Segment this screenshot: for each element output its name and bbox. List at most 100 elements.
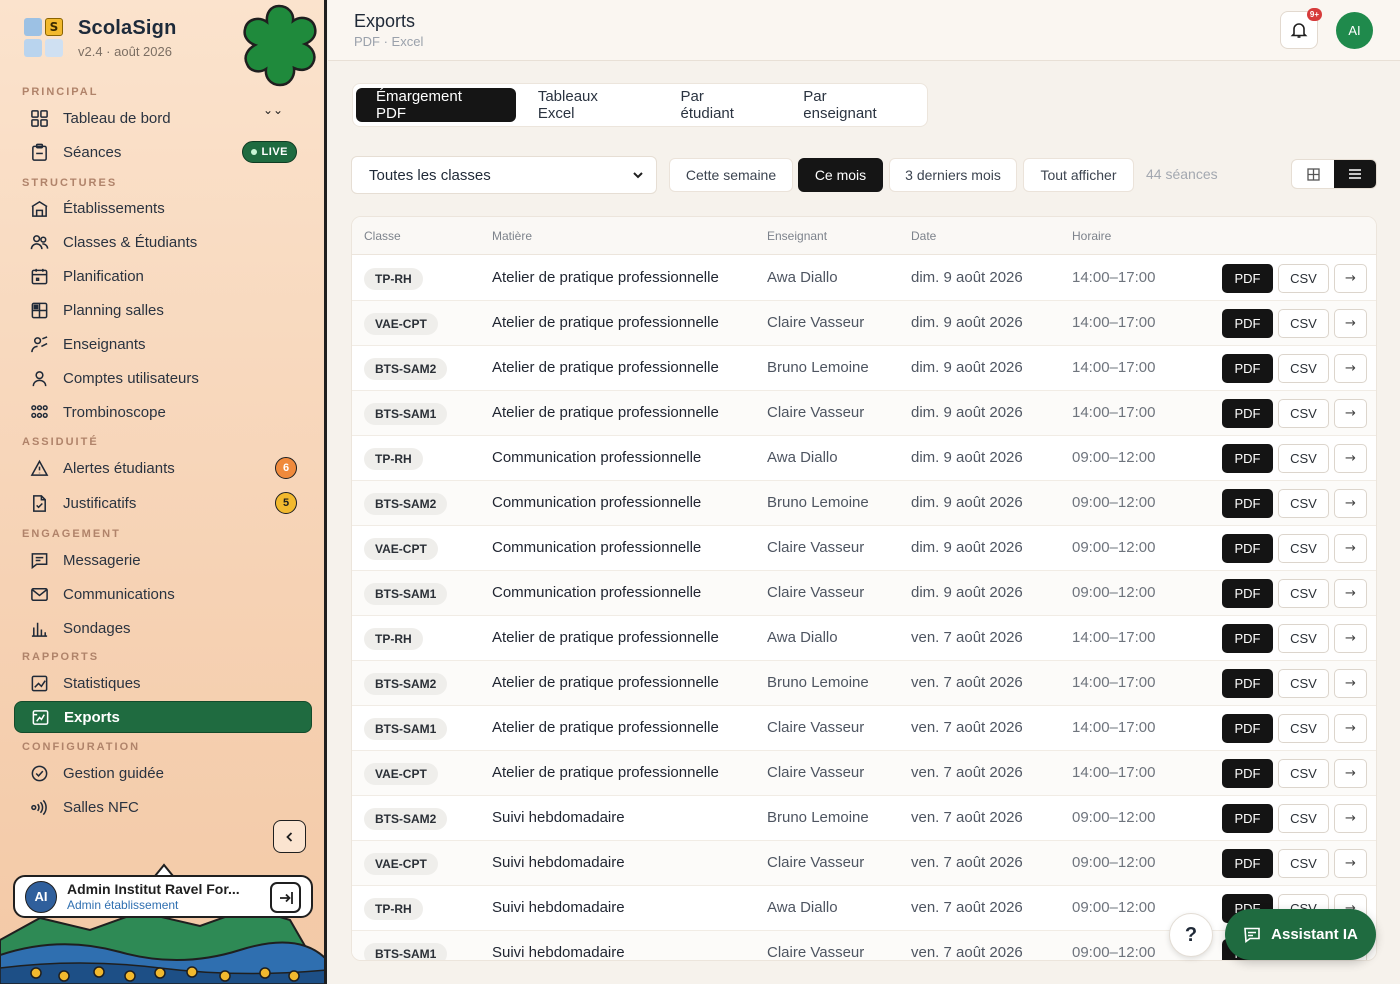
help-button[interactable]: ? [1169,913,1213,957]
table-row: BTS-SAM1 Atelier de pratique professionne… [352,706,1376,751]
open-session-button[interactable]: → [1334,354,1367,383]
table-row: VAE-CPT Atelier de pratique professionnel… [352,751,1376,796]
export-pdf-button[interactable]: PDF [1222,579,1273,608]
nav-statistiques[interactable]: Statistiques [14,667,312,699]
list-view-button[interactable] [1334,160,1376,188]
nav-etablissements[interactable]: Établissements [14,192,312,224]
cell-enseignant: Awa Diallo [767,269,838,286]
nav-label: Communications [63,585,175,603]
nav-seances[interactable]: Séances LIVE [14,136,312,168]
cell-enseignant: Awa Diallo [767,629,838,646]
nav-label: Salles NFC [63,798,139,816]
export-csv-button[interactable]: CSV [1278,489,1329,518]
tab-par-enseignant[interactable]: Par enseignant [783,88,924,122]
class-badge: TP-RH [364,448,423,470]
logout-button[interactable] [270,882,301,913]
export-pdf-button[interactable]: PDF [1222,354,1273,383]
nav-sondages[interactable]: Sondages [14,612,312,644]
nav-classes[interactable]: Classes & Étudiants [14,226,312,258]
nav-alertes[interactable]: Alertes étudiants 6 [14,452,312,484]
open-session-button[interactable]: → [1334,444,1367,473]
collapse-sidebar-button[interactable] [273,820,306,853]
session-count: 44 séances [1146,166,1218,182]
open-session-button[interactable]: → [1334,714,1367,743]
open-session-button[interactable]: → [1334,264,1367,293]
cell-enseignant: Claire Vasseur [767,854,865,871]
tab-tableaux-excel[interactable]: Tableaux Excel [518,88,659,122]
avatar[interactable]: AI [1336,12,1373,49]
export-pdf-button[interactable]: PDF [1222,399,1273,428]
export-csv-button[interactable]: CSV [1278,534,1329,563]
cell-enseignant: Claire Vasseur [767,944,865,961]
class-select[interactable]: Toutes les classes [351,156,657,194]
nav-trombinoscope[interactable]: Trombinoscope [14,396,312,428]
tab-par-etudiant[interactable]: Par étudiant [661,88,782,122]
open-session-button[interactable]: → [1334,579,1367,608]
grid-view-button[interactable] [1292,160,1334,188]
nav-justificatifs[interactable]: Justificatifs 5 [14,487,312,519]
class-badge: TP-RH [364,898,423,920]
export-pdf-button[interactable]: PDF [1222,849,1273,878]
period-all[interactable]: Tout afficher [1023,158,1134,192]
open-session-button[interactable]: → [1334,624,1367,653]
export-csv-button[interactable]: CSV [1278,399,1329,428]
export-pdf-button[interactable]: PDF [1222,669,1273,698]
export-csv-button[interactable]: CSV [1278,624,1329,653]
notifications-button[interactable]: 9+ [1280,8,1322,49]
export-csv-button[interactable]: CSV [1278,354,1329,383]
cell-date: ven. 7 août 2026 [911,809,1023,826]
export-csv-button[interactable]: CSV [1278,264,1329,293]
tab-emargement-pdf[interactable]: Émargement PDF [356,88,516,122]
user-card[interactable]: AI Admin Institut Ravel For... Admin éta… [13,875,313,918]
header-horaire: Horaire [1072,229,1112,243]
export-csv-button[interactable]: CSV [1278,804,1329,833]
export-pdf-button[interactable]: PDF [1222,444,1273,473]
export-pdf-button[interactable]: PDF [1222,489,1273,518]
nav-planning-salles[interactable]: Planning salles [14,294,312,326]
export-csv-button[interactable]: CSV [1278,849,1329,878]
open-session-button[interactable]: → [1334,804,1367,833]
nav-salles-nfc[interactable]: Salles NFC [14,791,312,823]
open-session-button[interactable]: → [1334,534,1367,563]
period-this-month[interactable]: Ce mois [798,158,883,192]
nav-planification[interactable]: Planification [14,260,312,292]
export-pdf-button[interactable]: PDF [1222,309,1273,338]
nav-enseignants[interactable]: Enseignants [14,328,312,360]
class-badge: BTS-SAM1 [364,583,448,605]
assistant-ia-button[interactable]: Assistant IA [1225,909,1376,960]
dashboard-icon [31,109,48,127]
cell-date: ven. 7 août 2026 [911,674,1023,691]
brand[interactable]: S ScolaSign v2.4 · août 2026 [24,17,177,59]
export-pdf-button[interactable]: PDF [1222,804,1273,833]
export-pdf-button[interactable]: PDF [1222,534,1273,563]
nav-messagerie[interactable]: Messagerie [14,544,312,576]
period-this-week[interactable]: Cette semaine [669,158,793,192]
export-pdf-button[interactable]: PDF [1222,264,1273,293]
nav-communications[interactable]: Communications [14,578,312,610]
chevrons-icon[interactable]: ⌄⌄ [263,104,283,116]
calendar-icon [31,268,48,284]
open-session-button[interactable]: → [1334,849,1367,878]
export-pdf-button[interactable]: PDF [1222,759,1273,788]
export-csv-button[interactable]: CSV [1278,714,1329,743]
export-pdf-button[interactable]: PDF [1222,624,1273,653]
open-session-button[interactable]: → [1334,399,1367,428]
nav-comptes[interactable]: Comptes utilisateurs [14,362,312,394]
export-tabs: Émargement PDF Tableaux Excel Par étudia… [352,83,928,127]
cell-matiere: Atelier de pratique professionnelle [492,404,719,421]
nav-exports[interactable]: Exports [14,701,312,733]
export-csv-button[interactable]: CSV [1278,309,1329,338]
nav-gestion-guidee[interactable]: Gestion guidée [14,757,312,789]
building-icon [31,200,48,217]
open-session-button[interactable]: → [1334,669,1367,698]
open-session-button[interactable]: → [1334,759,1367,788]
open-session-button[interactable]: → [1334,489,1367,518]
export-csv-button[interactable]: CSV [1278,759,1329,788]
export-csv-button[interactable]: CSV [1278,579,1329,608]
period-3-months[interactable]: 3 derniers mois [889,158,1017,192]
export-csv-button[interactable]: CSV [1278,669,1329,698]
open-session-button[interactable]: → [1334,309,1367,338]
export-pdf-button[interactable]: PDF [1222,714,1273,743]
class-badge: BTS-SAM1 [364,718,448,740]
export-csv-button[interactable]: CSV [1278,444,1329,473]
